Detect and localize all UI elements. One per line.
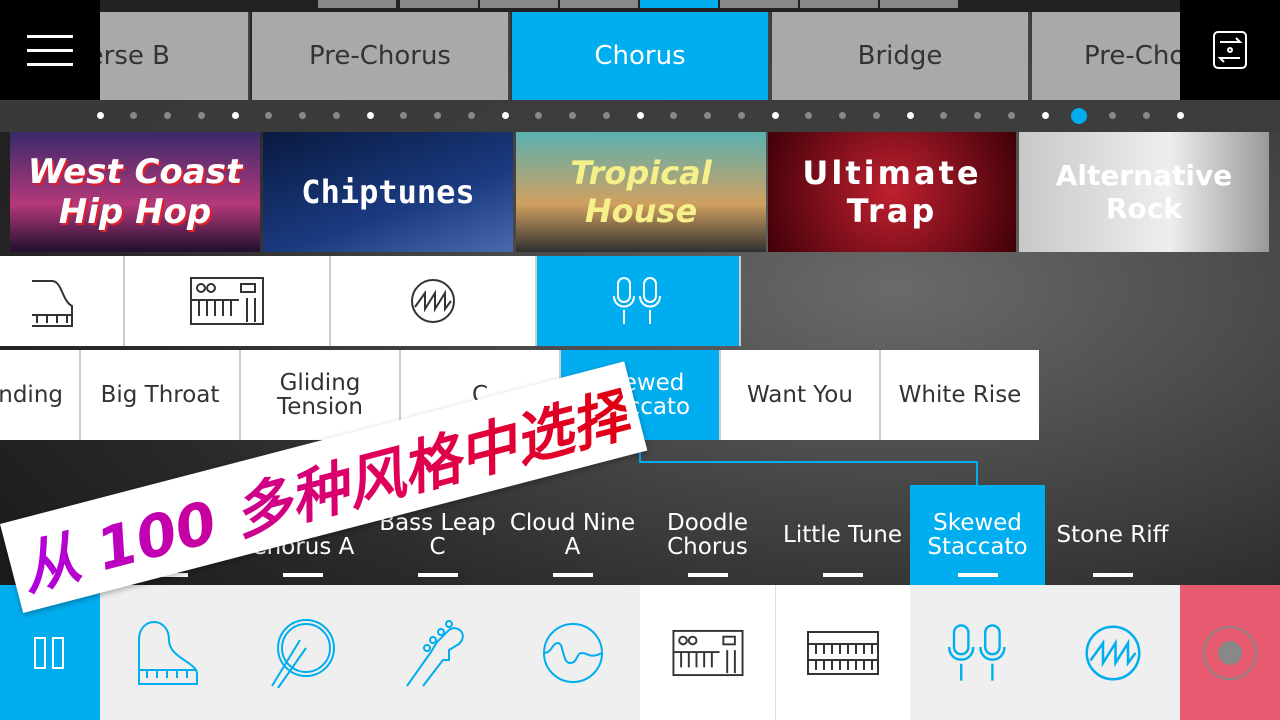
variation-item[interactable]: Little Tune xyxy=(775,485,910,585)
page-dot-active[interactable] xyxy=(1070,108,1087,124)
toolbar-keyboard[interactable] xyxy=(775,585,910,720)
piano-icon xyxy=(137,620,198,685)
swap-icon xyxy=(1213,31,1247,69)
pattern-item[interactable]: nding xyxy=(0,350,81,440)
page-dot[interactable] xyxy=(434,112,441,119)
page-dot[interactable] xyxy=(974,112,981,119)
instrument-vocals[interactable] xyxy=(537,256,741,346)
sawtooth-wave-icon xyxy=(1085,625,1140,680)
page-dot[interactable] xyxy=(299,112,306,119)
page-dot[interactable] xyxy=(130,112,138,119)
page-dot[interactable] xyxy=(332,112,340,119)
page-dot[interactable] xyxy=(906,112,914,119)
toolbar-drums[interactable] xyxy=(235,585,370,720)
tab-pre-chorus[interactable]: Pre-Chorus xyxy=(252,12,510,100)
toolbar-sawtooth[interactable] xyxy=(1045,585,1180,720)
page-dot[interactable] xyxy=(569,112,576,119)
pause-icon xyxy=(34,636,64,669)
page-dot[interactable] xyxy=(501,112,509,119)
page-indicator xyxy=(0,100,1280,132)
bass-guitar-icon xyxy=(405,619,464,687)
genre-card-tropical-house[interactable]: Tropical House xyxy=(516,132,766,252)
page-dot[interactable] xyxy=(602,112,610,119)
page-dot[interactable] xyxy=(197,112,205,119)
genre-card-west-coast-hip-hop[interactable]: West Coast Hip Hop xyxy=(10,132,260,252)
page-dot[interactable] xyxy=(1007,112,1015,119)
page-dot[interactable] xyxy=(1176,112,1184,119)
instrument-piano[interactable] xyxy=(0,256,125,346)
swap-button[interactable] xyxy=(1180,0,1280,100)
page-dot[interactable] xyxy=(265,112,273,119)
page-dot[interactable] xyxy=(839,112,846,119)
page-dot[interactable] xyxy=(366,112,374,119)
synth-icon xyxy=(671,629,744,676)
page-dot[interactable] xyxy=(670,112,678,119)
page-dot[interactable] xyxy=(400,112,408,119)
record-icon xyxy=(1203,625,1257,680)
microphones-icon xyxy=(947,623,1006,681)
page-dot[interactable] xyxy=(467,112,475,119)
variation-item[interactable]: Stone Riff xyxy=(1045,485,1180,585)
pattern-item[interactable]: White Rise xyxy=(881,350,1039,440)
genre-card-chiptunes[interactable]: Chiptunes xyxy=(263,132,513,252)
page-dot[interactable] xyxy=(805,112,813,119)
piano-icon xyxy=(31,280,73,327)
toolbar-wave[interactable] xyxy=(505,585,640,720)
keyboard-icon xyxy=(807,630,879,675)
page-dot[interactable] xyxy=(636,112,644,119)
page-dot[interactable] xyxy=(1109,112,1116,119)
page-dot[interactable] xyxy=(704,112,711,119)
drum-icon xyxy=(270,618,335,688)
instrument-sawtooth[interactable] xyxy=(331,256,537,346)
toolbar-synth[interactable] xyxy=(640,585,775,720)
page-dot[interactable] xyxy=(771,112,779,119)
genre-card-alternative-rock[interactable]: Alternative Rock xyxy=(1019,132,1269,252)
microphones-icon xyxy=(613,277,661,324)
top-strip xyxy=(0,0,1280,12)
variation-item[interactable]: Cloud Nine A xyxy=(505,485,640,585)
wave-icon xyxy=(542,622,603,683)
genre-card-ultimate-trap[interactable]: Ultimate Trap xyxy=(768,132,1016,252)
sawtooth-wave-icon xyxy=(411,279,455,323)
instrument-synth[interactable] xyxy=(125,256,331,346)
pattern-item[interactable]: Big Throat xyxy=(81,350,241,440)
variation-item-selected[interactable]: Skewed Staccato xyxy=(910,485,1045,585)
page-dot[interactable] xyxy=(96,112,104,119)
toolbar-piano[interactable] xyxy=(100,585,235,720)
pattern-item[interactable]: Want You xyxy=(721,350,881,440)
hamburger-icon xyxy=(27,35,73,66)
synth-icon xyxy=(190,277,264,325)
record-button[interactable] xyxy=(1180,585,1280,720)
page-dot[interactable] xyxy=(1041,112,1049,119)
toolbar-bass[interactable] xyxy=(370,585,505,720)
page-dot[interactable] xyxy=(164,112,171,119)
page-dot[interactable] xyxy=(231,112,239,119)
page-dot[interactable] xyxy=(1142,112,1150,119)
page-dot[interactable] xyxy=(737,112,745,119)
tab-chorus[interactable]: Chorus xyxy=(512,12,770,100)
menu-button[interactable] xyxy=(0,0,100,100)
toolbar-vocals[interactable] xyxy=(910,585,1045,720)
page-dot[interactable] xyxy=(940,112,948,119)
page-dot[interactable] xyxy=(535,112,543,119)
tab-bridge[interactable]: Bridge xyxy=(772,12,1030,100)
page-dot[interactable] xyxy=(872,112,880,119)
variation-item[interactable]: Doodle Chorus xyxy=(640,485,775,585)
